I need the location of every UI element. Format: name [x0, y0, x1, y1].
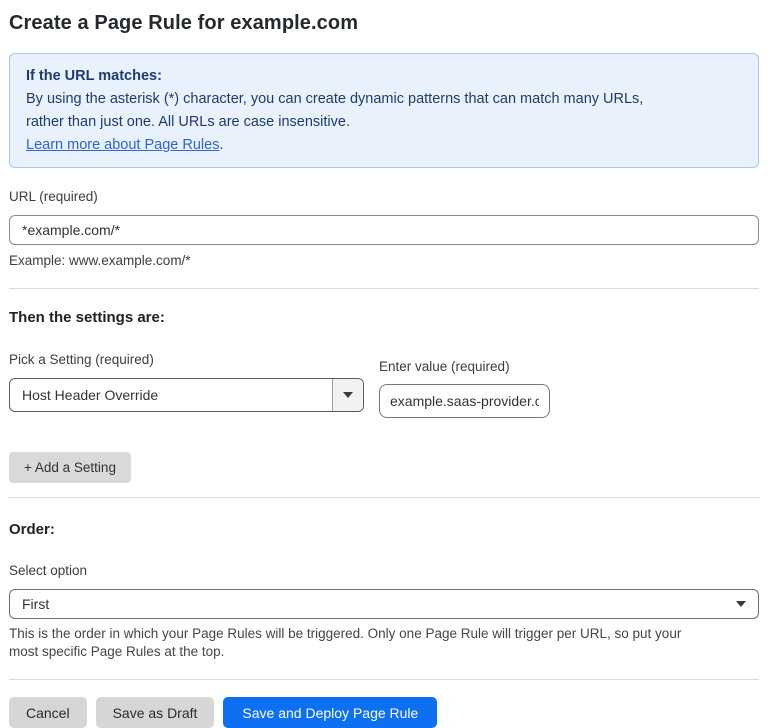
- add-setting-button[interactable]: + Add a Setting: [9, 452, 131, 483]
- url-input[interactable]: [9, 215, 759, 245]
- setting-dropdown-value: Host Header Override: [22, 387, 159, 403]
- setting-dropdown[interactable]: Host Header Override: [9, 378, 364, 412]
- select-option-label: Select option: [9, 563, 88, 578]
- enter-value-label: Enter value (required): [379, 359, 510, 374]
- cancel-button[interactable]: Cancel: [9, 697, 87, 728]
- order-select-value: First: [22, 596, 50, 612]
- url-helper: Example: www.example.com/*: [9, 253, 191, 268]
- info-box: If the URL matches: By using the asteris…: [9, 53, 759, 168]
- pick-setting-column: Pick a Setting (required) Host Header Ov…: [9, 351, 364, 412]
- info-box-heading: If the URL matches:: [26, 68, 162, 84]
- link-suffix: .: [219, 137, 224, 153]
- page-title: Create a Page Rule for example.com: [9, 12, 359, 34]
- save-deploy-button[interactable]: Save and Deploy Page Rule: [223, 697, 438, 728]
- setting-value-input[interactable]: [379, 384, 550, 418]
- save-draft-button[interactable]: Save as Draft: [95, 697, 215, 728]
- section-divider: [9, 497, 759, 498]
- info-box-body-line: rather than just one. All URLs are case …: [26, 114, 350, 130]
- settings-heading: Then the settings are:: [9, 309, 165, 326]
- order-select[interactable]: First: [9, 589, 759, 619]
- learn-more-link[interactable]: Learn more about Page Rules: [26, 137, 219, 153]
- order-heading: Order:: [9, 521, 55, 538]
- url-label: URL (required): [9, 189, 98, 204]
- info-box-link-line: Learn more about Page Rules.: [26, 134, 742, 157]
- section-divider: [9, 288, 759, 289]
- page-container: Create a Page Rule for example.com If th…: [0, 0, 772, 728]
- section-divider: [9, 679, 759, 680]
- settings-row: Pick a Setting (required) Host Header Ov…: [9, 351, 759, 418]
- setting-dropdown-arrow-button[interactable]: [332, 379, 363, 411]
- pick-setting-label: Pick a Setting (required): [9, 352, 154, 367]
- order-helper-line: most specific Page Rules at the top.: [9, 644, 225, 659]
- chevron-down-icon: [343, 392, 353, 398]
- order-helper: This is the order in which your Page Rul…: [9, 625, 759, 661]
- order-helper-line: This is the order in which your Page Rul…: [9, 626, 682, 641]
- chevron-down-icon: [736, 601, 746, 607]
- info-box-body-line: By using the asterisk (*) character, you…: [26, 91, 644, 107]
- action-buttons-row: Cancel Save as Draft Save and Deploy Pag…: [9, 697, 759, 728]
- enter-value-column: Enter value (required): [379, 358, 550, 418]
